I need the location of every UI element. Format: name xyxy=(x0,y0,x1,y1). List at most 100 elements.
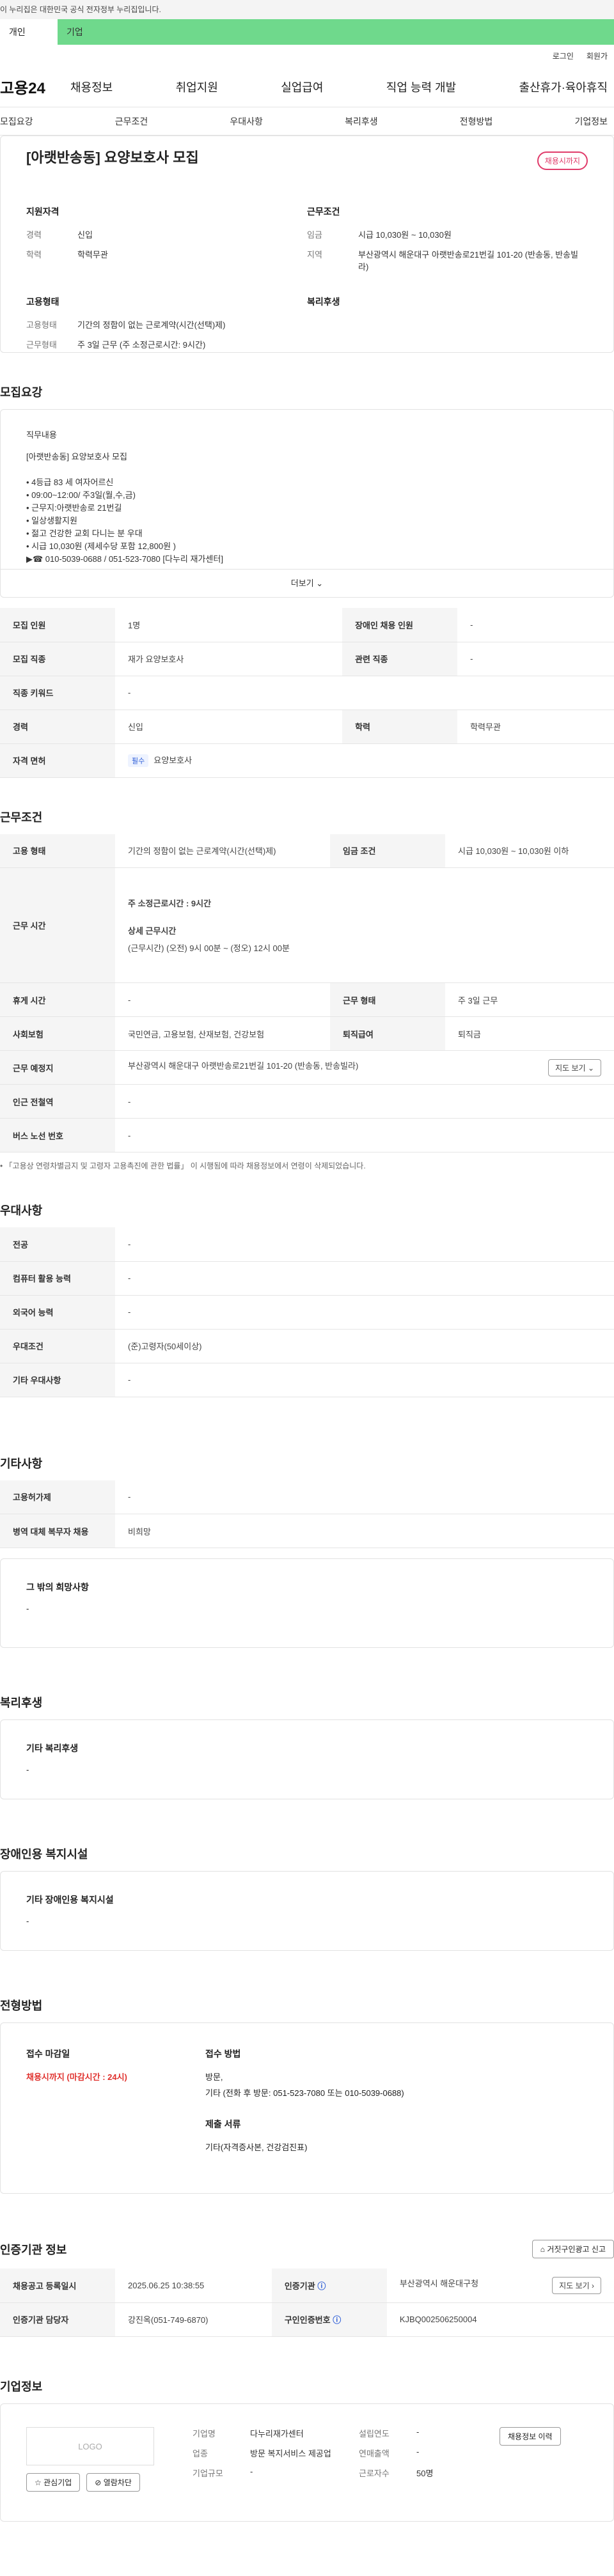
row-value: 2025.06.25 10:38:55 xyxy=(115,2269,272,2303)
menu-skills[interactable]: 직업 능력 개발 xyxy=(386,79,456,95)
row-value: 국민연금, 고용보험, 산재보험, 건강보험 xyxy=(115,1016,330,1051)
subnav-prefer[interactable]: 우대사항 xyxy=(230,115,263,128)
row-header: 기타 우대사항 xyxy=(0,1363,115,1397)
row-header: 사회보험 xyxy=(0,1016,115,1051)
favorite-company-button[interactable]: ☆ 관심기업 xyxy=(26,2472,81,2492)
disabled-box: 기타 장애인용 복지시설 - xyxy=(0,1871,614,1951)
section-title-recruit: 모집요강 xyxy=(0,386,43,399)
map-button[interactable]: 지도 보기 ⌄ xyxy=(548,1059,601,1076)
favorite-label: 관심기업 xyxy=(43,2478,72,2487)
deadline-badge: 채용시까지 xyxy=(537,151,588,170)
cert-org-label: 인증기관 xyxy=(284,2281,315,2291)
row-value: 1명 xyxy=(115,608,343,642)
table-row: 고용허가제 - xyxy=(0,1480,614,1514)
row-header: 자격 면허 xyxy=(0,743,115,778)
section-title-prefer: 우대사항 xyxy=(0,1204,43,1217)
table-row: 우대조건 (준)고령자(50세이상) xyxy=(0,1329,614,1363)
row-header: 전공 xyxy=(0,1227,115,1262)
row-header: 인증기관 ⓘ xyxy=(271,2269,387,2303)
site-logo[interactable]: 고용24 xyxy=(0,75,70,98)
row-header: 근무 시간 xyxy=(0,867,115,983)
docs-title: 제출 서류 xyxy=(205,2119,241,2129)
section-title-company: 기업정보 xyxy=(0,2380,43,2393)
size-label: 기업규모 xyxy=(193,2468,223,2478)
industry-value: 방문 복지서비스 제공업 xyxy=(250,2448,331,2458)
prefer-table: 전공 - 컴퓨터 활용 능력 - 외국어 능력 - 우대조건 (준)고령자(50세이상)… xyxy=(0,1227,614,1397)
row-header: 경력 xyxy=(0,710,115,744)
signup-link[interactable]: 회원가 xyxy=(586,50,608,61)
row-header: 근무 형태 xyxy=(329,982,445,1017)
career-value: 신입 xyxy=(77,230,93,240)
subnav-conditions[interactable]: 근무조건 xyxy=(115,115,148,128)
tab-company[interactable]: 기업 xyxy=(58,19,109,45)
global-nav: 고용24 채용정보 취업지원 실업급여 직업 능력 개발 출산휴가·육아휴직 xyxy=(0,66,614,107)
cert-map-button[interactable]: 지도 보기 › xyxy=(552,2276,601,2294)
table-row: 모집 직종 재가 요양보호사 관련 직종 - xyxy=(0,642,614,676)
menu-employment-support[interactable]: 취업지원 xyxy=(176,79,218,95)
job-title: [아랫반송동] 요양보호사 모집 xyxy=(26,150,199,166)
table-row: 외국어 능력 - xyxy=(0,1295,614,1330)
row-header: 퇴직급여 xyxy=(329,1016,445,1051)
section-title-welfare: 복리후생 xyxy=(0,1696,43,1709)
docs-value: 기타(자격증사본, 건강검진표) xyxy=(205,2143,308,2152)
row-header: 근무 예정지 xyxy=(0,1050,115,1085)
table-row: 자격 면허 필수 요양보호사 xyxy=(0,743,614,778)
row-header: 채용공고 등록일시 xyxy=(0,2269,115,2303)
block-view-button[interactable]: ⊘ 열람차단 xyxy=(86,2472,140,2492)
more-button[interactable]: 더보기 ⌄ xyxy=(1,569,613,597)
job-summary-card: [아랫반송동] 요양보호사 모집 채용시까지 지원자격 경력 신입 학력 학력무관 … xyxy=(0,136,614,353)
row-header: 직종 키워드 xyxy=(0,676,115,710)
sales-value: - xyxy=(416,2446,420,2456)
row-header: 관련 직종 xyxy=(342,642,458,676)
block-label: 열람차단 xyxy=(103,2478,132,2487)
info-icon[interactable]: ⓘ xyxy=(317,2281,326,2291)
section-title-disabled: 장애인용 복지시설 xyxy=(0,1848,88,1861)
login-link[interactable]: 로그인 xyxy=(553,50,574,61)
employ-type-value: 기간의 정함이 없는 근로계약(시간(선택)제) xyxy=(77,320,226,330)
license-value: 요양보호사 xyxy=(154,756,193,765)
section-title-etc: 기타사항 xyxy=(0,1457,43,1470)
row-header: 외국어 능력 xyxy=(0,1295,115,1330)
row-header: 모집 인원 xyxy=(0,608,115,642)
row-header: 고용허가제 xyxy=(0,1480,115,1514)
row-header: 컴퓨터 활용 능력 xyxy=(0,1261,115,1296)
row-value: 강진옥(051-749-6870) xyxy=(115,2302,272,2337)
employ-type-label: 고용형태 xyxy=(26,320,57,330)
row-header: 인증기관 담당자 xyxy=(0,2302,115,2337)
table-row: 근무 시간 주 소정근로시간 : 9시간 상세 근무시간 (근무시간) (오전)… xyxy=(0,867,614,983)
table-row: 전공 - xyxy=(0,1227,614,1262)
menu-unemployment-benefit[interactable]: 실업급여 xyxy=(281,79,323,95)
row-value: 재가 요양보호사 xyxy=(115,642,343,676)
disabled-box-title: 기타 장애인용 복지시설 xyxy=(26,1895,114,1905)
table-row: 인근 전철역 - xyxy=(0,1084,614,1119)
tab-individual[interactable]: 개인 xyxy=(0,19,58,45)
location-value: 부산광역시 해운대구 아랫반송로21번길 101-20 (반송동, 반송빌라) xyxy=(358,250,579,272)
row-value: - xyxy=(115,1227,614,1262)
chevron-right-icon: › xyxy=(592,2281,594,2290)
table-row: 버스 노선 번호 - xyxy=(0,1118,614,1152)
job-desc-line: • 4등급 83 세 여자어르신 xyxy=(26,477,114,487)
row-header: 병역 대체 복무자 채용 xyxy=(0,1514,115,1548)
info-icon[interactable]: ⓘ xyxy=(333,2315,341,2325)
row-value: - xyxy=(115,1363,614,1397)
row-value: - xyxy=(115,1480,614,1514)
row-value: 부산광역시 해운대구청 지도 보기 › xyxy=(386,2269,614,2303)
subnav-company[interactable]: 기업정보 xyxy=(574,115,608,128)
table-row: 모집 인원 1명 장애인 채용 인원 - xyxy=(0,608,614,642)
method-value-1: 방문, xyxy=(205,2072,223,2082)
report-fake-ad-button[interactable]: ⌂ 거짓구인광고 신고 xyxy=(531,2240,614,2258)
row-header: 임금 조건 xyxy=(329,834,445,868)
subnav-welfare[interactable]: 복리후생 xyxy=(345,115,378,128)
subnav-recruit[interactable]: 모집요강 xyxy=(0,115,33,128)
table-row: 사회보험 국민연금, 고용보험, 산재보험, 건강보험 퇴직급여 퇴직금 xyxy=(0,1016,614,1051)
row-value: - xyxy=(457,608,614,642)
hiring-history-button[interactable]: 채용정보 이력 xyxy=(500,2426,561,2446)
method-title: 접수 방법 xyxy=(205,2049,241,2059)
company-name-label: 기업명 xyxy=(193,2428,216,2439)
menu-parental-leave[interactable]: 출산휴가·육아휴직 xyxy=(519,79,608,95)
menu-jobs[interactable]: 채용정보 xyxy=(70,79,113,95)
row-header: 우대조건 xyxy=(0,1329,115,1363)
row-value: 신입 xyxy=(115,710,343,744)
job-desc-line: • 일상생활지원 xyxy=(26,516,77,525)
subnav-process[interactable]: 전형방법 xyxy=(460,115,493,128)
